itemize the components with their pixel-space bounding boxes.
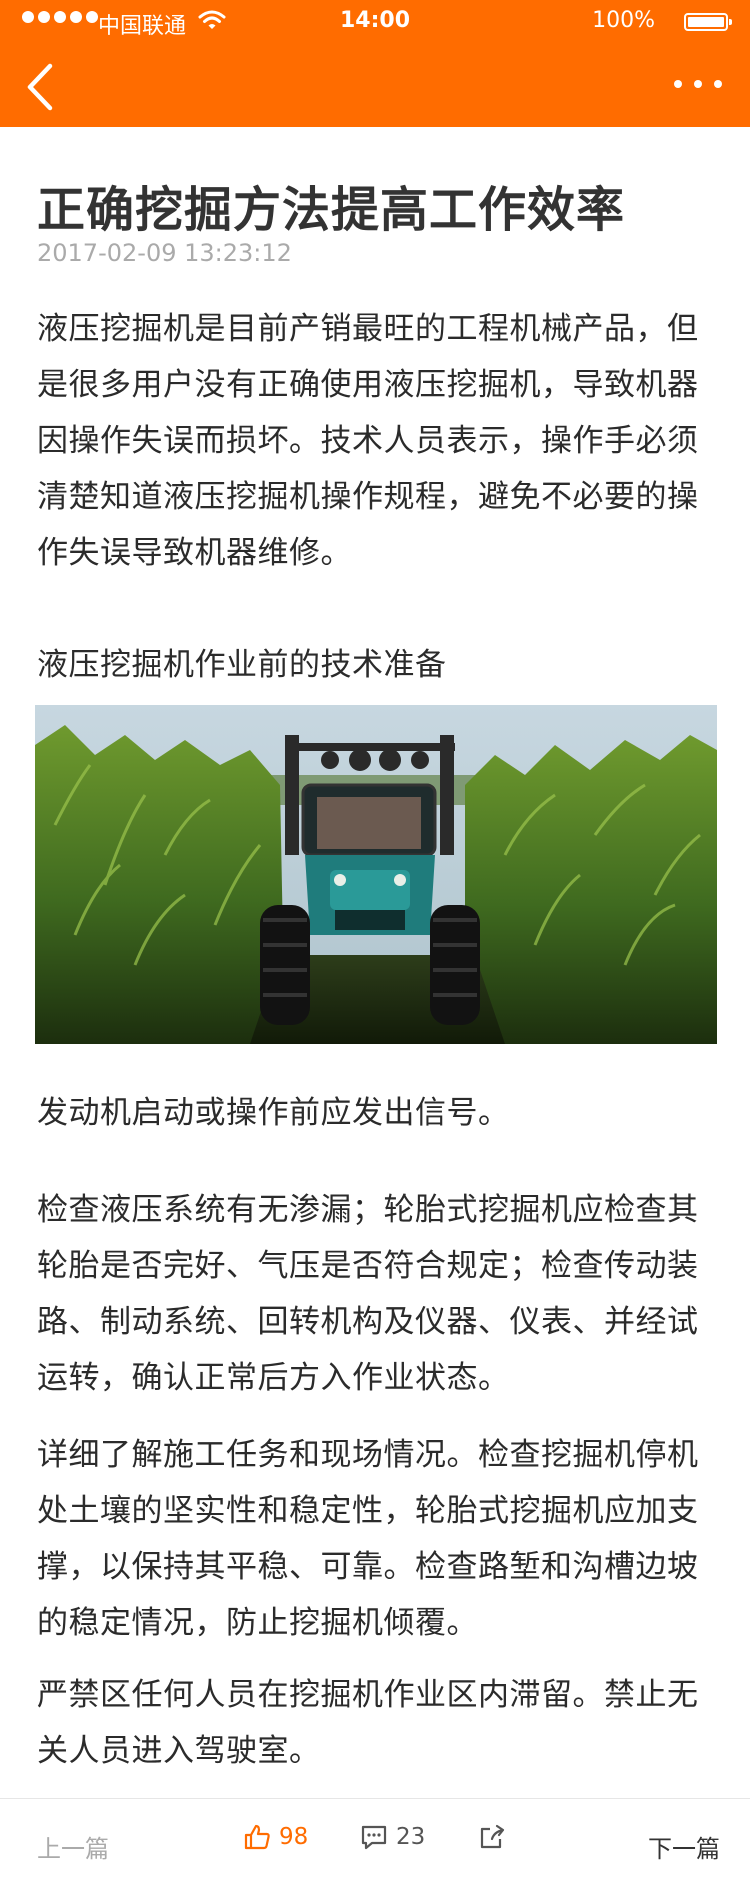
article-paragraph: 检查液压系统有无渗漏；轮胎式挖掘机应检查其轮胎是否完好、气压是否符合规定；检查传… [37, 1192, 699, 1396]
like-button[interactable]: 98 [243, 1823, 308, 1851]
battery-percent: 100% [592, 8, 655, 33]
tractor-in-cornfield-photo [35, 705, 717, 1044]
comment-count: 23 [396, 1824, 426, 1850]
share-button[interactable] [478, 1823, 506, 1855]
more-horizontal-icon [674, 80, 682, 88]
article-title: 正确挖掘方法提高工作效率 [37, 182, 626, 238]
share-icon [480, 1824, 505, 1849]
article-footer-bar: 上一篇 98 23 下一篇 [0, 1798, 750, 1886]
next-article-link[interactable]: 下一篇 [648, 1829, 720, 1864]
comment-button[interactable]: 23 [360, 1823, 425, 1851]
article-date: 2017-02-09 13:23:12 [37, 239, 292, 267]
more-button[interactable] [658, 60, 738, 108]
battery-icon [684, 13, 732, 31]
thumbs-up-icon [244, 1824, 270, 1850]
comment-icon [361, 1825, 387, 1850]
article-subheading: 液压挖掘机作业前的技术准备 [37, 647, 447, 683]
status-bar: 中国联通 14:00 100% [0, 0, 750, 44]
like-count: 98 [279, 1824, 309, 1850]
back-button[interactable] [10, 55, 70, 119]
article-paragraph: 详细了解施工任务和现场情况。检查挖掘机停机处土壤的坚实性和稳定性，轮胎式挖掘机应… [37, 1437, 699, 1641]
article-paragraph: 发动机启动或操作前应发出信号。 [37, 1095, 510, 1131]
article-paragraph: 严禁区任何人员在挖掘机作业区内滞留。禁止无关人员进入驾驶室。 [37, 1677, 699, 1769]
header-bar: 中国联通 14:00 100% [0, 0, 750, 127]
article-paragraph: 液压挖掘机是目前产销最旺的工程机械产品，但是很多用户没有正确使用液压挖掘机，导致… [37, 311, 699, 571]
chevron-left-icon [27, 63, 53, 111]
prev-article-link[interactable]: 上一篇 [37, 1829, 109, 1864]
